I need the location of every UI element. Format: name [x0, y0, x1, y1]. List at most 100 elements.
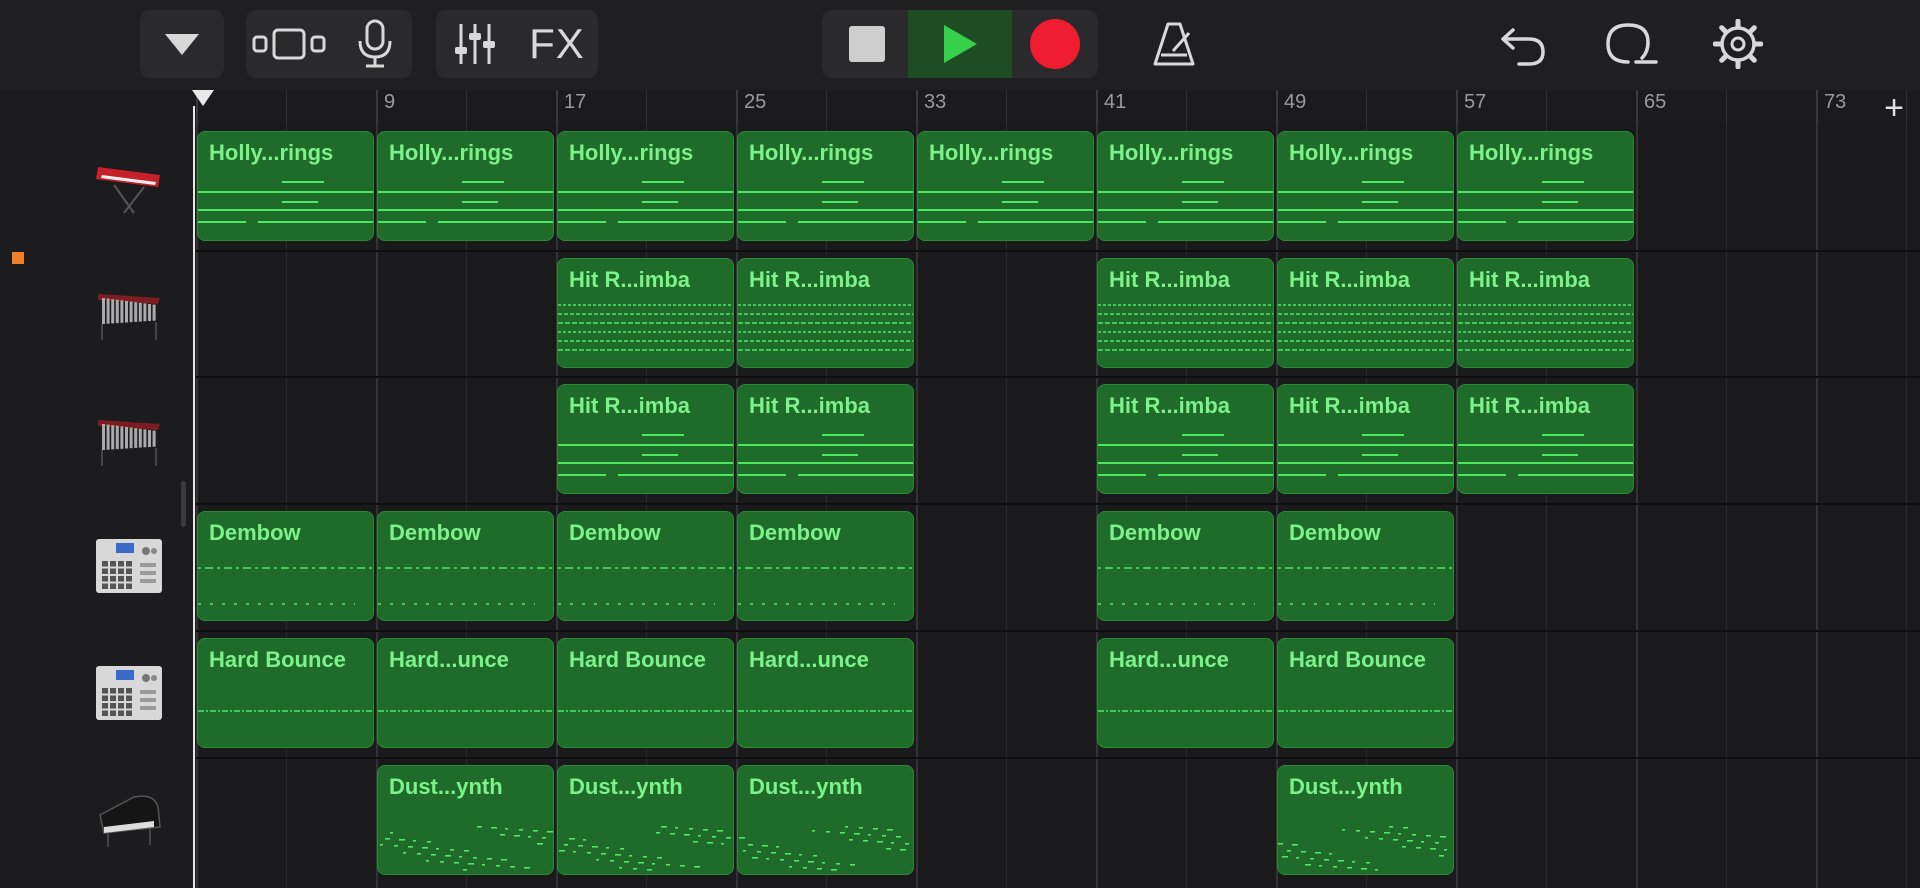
triangle-down-icon [140, 10, 224, 78]
play-button[interactable] [908, 10, 1012, 78]
ruler-bar-number: 41 [1104, 91, 1127, 113]
undo-button[interactable] [1494, 10, 1552, 78]
track-header[interactable] [0, 124, 196, 250]
region-name: Dust...ynth [1289, 773, 1403, 799]
region[interactable]: Hard Bounce [557, 637, 734, 748]
region-name: Hit R...imba [1469, 266, 1591, 292]
region-name: Hit R...imba [1289, 266, 1411, 292]
ruler-minor-tick [646, 90, 647, 124]
region-name: Holly...rings [569, 140, 694, 165]
region[interactable]: Dembow [557, 511, 734, 622]
region[interactable]: Hit R...imba [1097, 257, 1274, 368]
drum-machine-icon [94, 664, 164, 722]
region[interactable]: Hit R...imba [737, 384, 914, 495]
view-record-group [246, 10, 412, 78]
ruler-minor-tick [826, 90, 827, 124]
ruler-bar-number: 73 [1824, 91, 1847, 113]
region[interactable]: Holly...rings [1097, 131, 1274, 241]
region-name: Hit R...imba [749, 266, 871, 292]
region-name: Dust...ynth [389, 773, 503, 799]
lane-separator [196, 503, 1920, 506]
track-header[interactable] [0, 377, 196, 503]
region-name: Hit R...imba [1109, 266, 1231, 292]
metronome-button[interactable] [1146, 10, 1202, 78]
ruler-minor-tick [1006, 90, 1007, 124]
region-name: Dembow [1289, 520, 1381, 546]
timeline-ruler[interactable]: 9 17 25 33 41 49 57 65 73 [0, 90, 1920, 124]
region[interactable]: Hit R...imba [1457, 257, 1634, 368]
region[interactable]: Hit R...imba [1277, 257, 1454, 368]
region[interactable]: Hard Bounce [197, 637, 374, 748]
drum-machine-icon [94, 537, 164, 595]
region[interactable]: Hard Bounce [1277, 637, 1454, 748]
track-header[interactable] [0, 758, 196, 884]
region-name: Hit R...imba [1469, 393, 1591, 419]
tracks-grid[interactable]: Holly...rings Holly...rings Holly...rings H… [196, 124, 1920, 888]
play-icon [944, 25, 977, 63]
tracks-dropdown-button[interactable] [140, 10, 224, 78]
loop-browser-button[interactable] [1600, 10, 1660, 78]
track-header[interactable] [0, 631, 196, 757]
ruler-bar-number: 49 [1284, 91, 1307, 113]
grid-line [1816, 124, 1818, 888]
region-name: Dembow [209, 520, 301, 546]
record-button[interactable] [1012, 10, 1098, 78]
region-name: Dembow [1109, 520, 1201, 546]
region[interactable]: Dust...ynth [1277, 764, 1454, 875]
region-name: Dembow [569, 520, 661, 546]
region[interactable]: Dust...ynth [557, 764, 734, 875]
region[interactable]: Holly...rings [917, 131, 1094, 241]
region[interactable]: Hit R...imba [1097, 384, 1274, 495]
region-name: Hard Bounce [209, 646, 346, 672]
region[interactable]: Hit R...imba [737, 257, 914, 368]
region[interactable]: Holly...rings [377, 131, 554, 241]
region-name: Hit R...imba [1109, 393, 1231, 419]
lane-separator [196, 249, 1920, 252]
region[interactable]: Dembow [197, 511, 374, 622]
region-name: Hard...unce [1109, 646, 1229, 672]
ruler-bar-number: 57 [1464, 91, 1487, 113]
mixer-button[interactable] [436, 10, 514, 78]
region[interactable]: Dembow [1277, 511, 1454, 622]
lane-separator [196, 376, 1920, 379]
ruler-bar-number: 9 [384, 91, 396, 113]
region[interactable]: Hit R...imba [1457, 384, 1634, 495]
playhead-handle[interactable] [192, 90, 214, 106]
scrollbar[interactable] [181, 481, 186, 527]
region[interactable]: Dembow [737, 511, 914, 622]
region[interactable]: Holly...rings [1277, 131, 1454, 241]
ruler-bar-number: 65 [1644, 91, 1667, 113]
region[interactable]: Holly...rings [197, 131, 374, 241]
grand-piano-icon [94, 791, 164, 849]
region[interactable]: Dembow [1097, 511, 1274, 622]
grid-line [1456, 124, 1458, 888]
region[interactable]: Hard...unce [377, 637, 554, 748]
region[interactable]: Hit R...imba [557, 384, 734, 495]
grid-line [1636, 124, 1638, 888]
track-header[interactable] [0, 251, 196, 377]
region-name: Holly...rings [929, 140, 1054, 165]
region[interactable]: Dust...ynth [377, 764, 554, 875]
region[interactable]: Holly...rings [557, 131, 734, 241]
region[interactable]: Dust...ynth [737, 764, 914, 875]
region[interactable]: Holly...rings [1457, 131, 1634, 241]
settings-button[interactable] [1712, 10, 1764, 78]
region-name: Dembow [389, 520, 481, 546]
track-header[interactable] [0, 504, 196, 630]
region-name: Hit R...imba [749, 393, 871, 419]
selected-track-marker [12, 252, 24, 264]
add-section-button[interactable]: + [1874, 88, 1914, 128]
region-name: Holly...rings [749, 140, 874, 165]
region[interactable]: Hard...unce [737, 637, 914, 748]
metronome-icon [1153, 22, 1195, 66]
region[interactable]: Hit R...imba [557, 257, 734, 368]
fx-button[interactable]: FX [516, 10, 598, 78]
region[interactable]: Dembow [377, 511, 554, 622]
tracks-view-button[interactable] [246, 10, 332, 78]
region[interactable]: Hard...unce [1097, 637, 1274, 748]
region[interactable]: Hit R...imba [1277, 384, 1454, 495]
grid-line [196, 124, 198, 888]
stop-button[interactable] [826, 10, 908, 78]
microphone-button[interactable] [338, 10, 412, 78]
region[interactable]: Holly...rings [737, 131, 914, 241]
